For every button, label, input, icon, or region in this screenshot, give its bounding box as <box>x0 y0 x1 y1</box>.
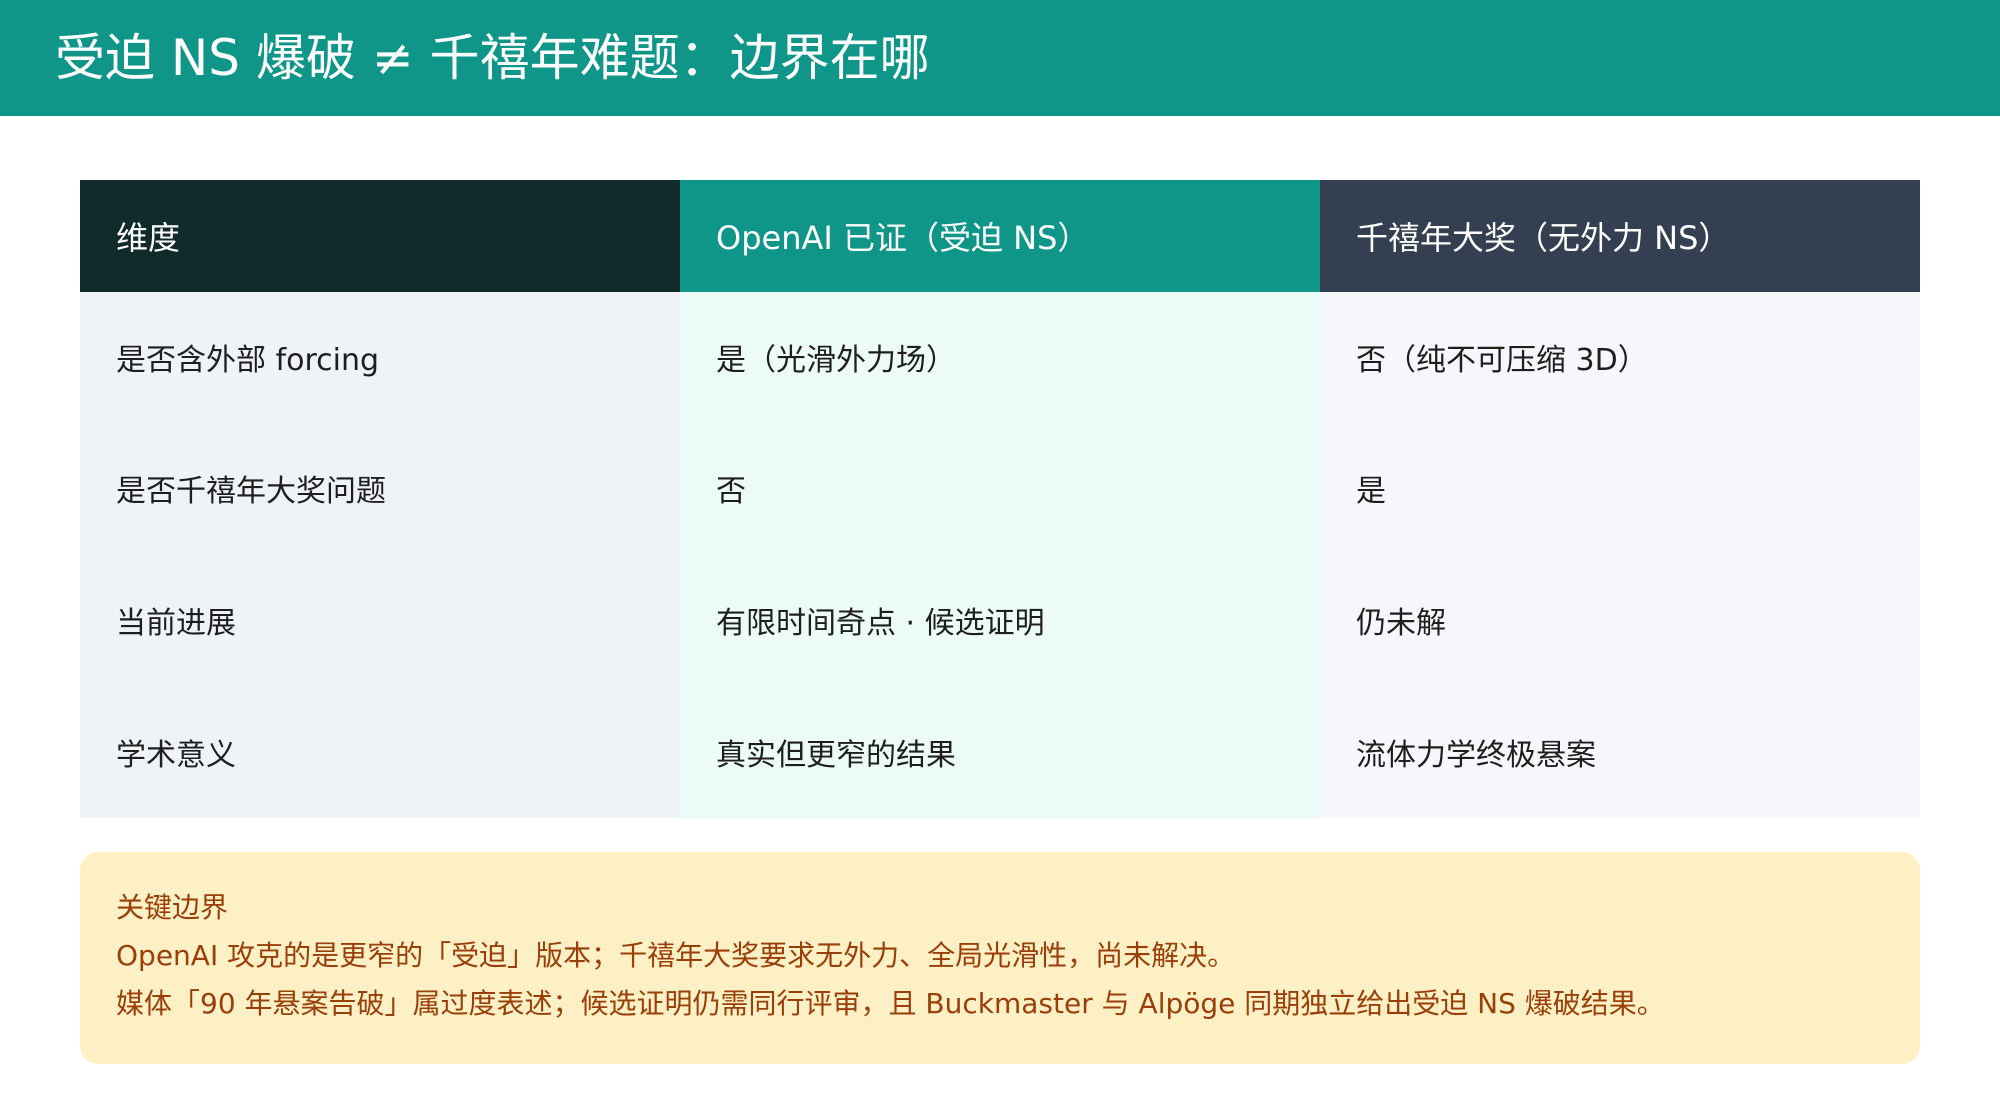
table-cell-openai: 真实但更窄的结果 <box>680 686 1320 818</box>
table-header-row: 维度 OpenAI 已证（受迫 NS） 千禧年大奖（无外力 NS） <box>80 180 1920 292</box>
table-cell-openai: 否 <box>680 422 1320 554</box>
column-header-openai-proved: OpenAI 已证（受迫 NS） <box>680 180 1320 292</box>
callout-line: 媒体「90 年悬案告破」属过度表述；候选证明仍需同行评审，且 Buckmaste… <box>116 987 1665 1020</box>
table-row: 是否含外部 forcing 是（光滑外力场） 否（纯不可压缩 3D） <box>80 292 1920 422</box>
table-cell-millennium: 否（纯不可压缩 3D） <box>1320 292 1920 422</box>
callout-line: OpenAI 攻克的是更窄的「受迫」版本；千禧年大奖要求无外力、全局光滑性，尚未… <box>116 939 1236 972</box>
column-header-dimension: 维度 <box>80 180 680 292</box>
table-cell-dimension: 学术意义 <box>80 686 680 818</box>
title-bar: 受迫 NS 爆破 ≠ 千禧年难题：边界在哪 <box>0 0 2000 116</box>
table-cell-dimension: 是否含外部 forcing <box>80 292 680 422</box>
comparison-table: 维度 OpenAI 已证（受迫 NS） 千禧年大奖（无外力 NS） 是否含外部 … <box>80 180 1920 818</box>
page-title: 受迫 NS 爆破 ≠ 千禧年难题：边界在哪 <box>55 29 930 87</box>
table-cell-openai: 是（光滑外力场） <box>680 292 1320 422</box>
key-boundary-callout: 关键边界 OpenAI 攻克的是更窄的「受迫」版本；千禧年大奖要求无外力、全局光… <box>80 852 1920 1064</box>
table-row: 是否千禧年大奖问题 否 是 <box>80 422 1920 554</box>
table-row: 当前进展 有限时间奇点 · 候选证明 仍未解 <box>80 554 1920 686</box>
table-cell-dimension: 是否千禧年大奖问题 <box>80 422 680 554</box>
callout-title: 关键边界 <box>116 891 229 924</box>
table-cell-millennium: 仍未解 <box>1320 554 1920 686</box>
table-row: 学术意义 真实但更窄的结果 流体力学终极悬案 <box>80 686 1920 818</box>
column-header-millennium-prize: 千禧年大奖（无外力 NS） <box>1320 180 1920 292</box>
table-cell-millennium: 流体力学终极悬案 <box>1320 686 1920 818</box>
table-cell-dimension: 当前进展 <box>80 554 680 686</box>
table-cell-millennium: 是 <box>1320 422 1920 554</box>
table-cell-openai: 有限时间奇点 · 候选证明 <box>680 554 1320 686</box>
